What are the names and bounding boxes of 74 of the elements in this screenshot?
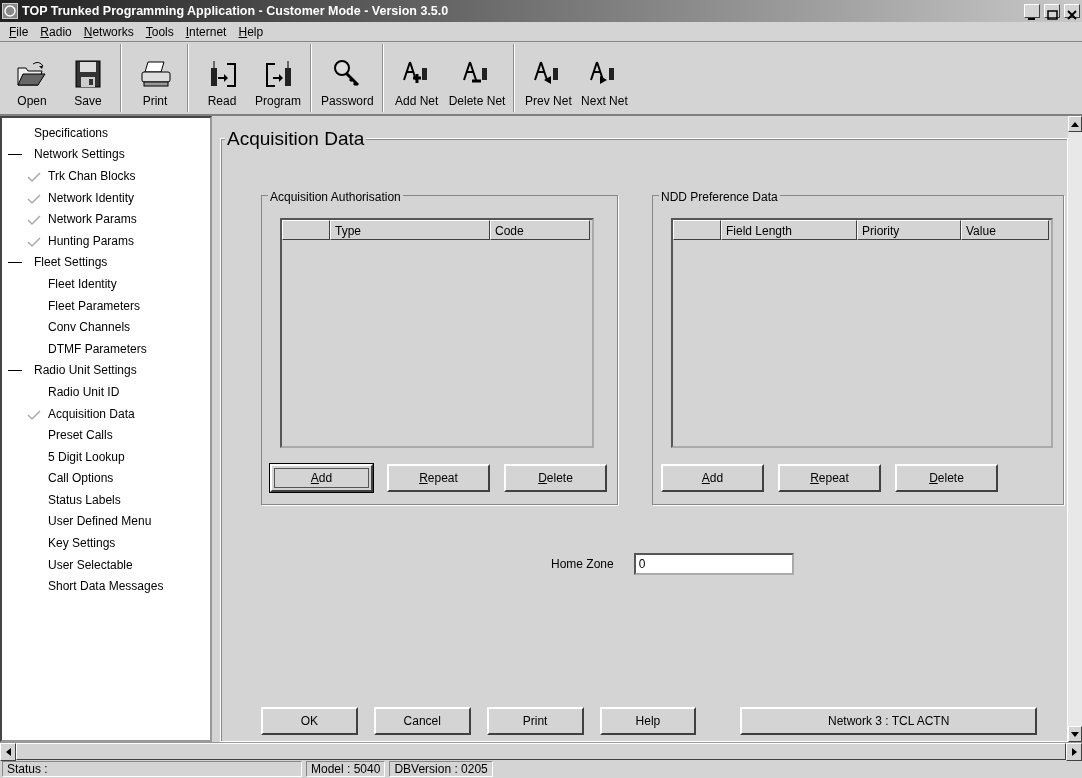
menu-item[interactable]: Internet <box>180 22 232 41</box>
tree-item[interactable]: Call Options <box>48 469 114 488</box>
tree-item[interactable]: User Selectable <box>48 555 133 574</box>
tree-item[interactable]: Fleet Settings <box>34 253 108 272</box>
column-header[interactable]: Code <box>490 220 590 240</box>
column-header[interactable]: Field Length <box>721 220 857 240</box>
up-arrow-icon <box>1071 121 1079 127</box>
menu-item[interactable]: Tools <box>140 22 179 41</box>
left-arrow-icon <box>5 748 11 756</box>
tree-item[interactable]: Radio Unit ID <box>48 382 120 401</box>
close-button[interactable] <box>1064 4 1080 18</box>
toolbar-button[interactable]: Prev Net <box>520 44 577 112</box>
column-header[interactable] <box>673 220 721 240</box>
status-text: Model : 5040 <box>306 761 386 777</box>
menu-item[interactable]: Help <box>233 22 269 41</box>
tree-item[interactable]: Key Settings <box>48 534 116 553</box>
toolbar-button[interactable]: Delete Net <box>444 44 510 112</box>
button[interactable]: Print <box>486 707 584 735</box>
toolbar-button[interactable]: Add Net <box>388 44 445 112</box>
tree-item[interactable]: 5 Digit Lookup <box>48 447 125 466</box>
toolbar-button[interactable]: Open <box>4 44 60 112</box>
right-arrow-icon <box>1071 748 1077 756</box>
tree-item[interactable]: Acquisition Data <box>48 404 135 423</box>
tree-item[interactable]: Preset Calls <box>48 426 113 445</box>
toolbar-button[interactable]: Read <box>194 44 250 112</box>
status-text: DBVersion : 0205 <box>389 761 493 777</box>
tree-item[interactable]: Trk Chan Blocks <box>48 167 136 185</box>
toolbar-button[interactable]: Next Net <box>576 44 633 112</box>
tree-item[interactable]: Fleet Parameters <box>48 296 141 315</box>
button[interactable]: Delete <box>504 464 607 492</box>
toolbar-button[interactable]: Program <box>250 44 306 112</box>
tree-item[interactable]: Radio Unit Settings <box>34 361 137 380</box>
status-text: Status : <box>2 761 302 777</box>
maximize-button[interactable] <box>1044 4 1060 18</box>
tree-item[interactable]: Network Settings <box>34 145 125 164</box>
tree-item[interactable]: Specifications <box>34 123 109 142</box>
button[interactable]: OK <box>261 707 358 735</box>
button[interactable]: Delete <box>895 464 998 492</box>
list-view[interactable]: Type Code <box>280 218 594 448</box>
tree-item[interactable]: Network Params <box>48 210 137 229</box>
list-view[interactable]: Field Length Priority Value <box>671 218 1053 448</box>
column-header[interactable]: Priority <box>857 220 961 240</box>
tree-item[interactable]: Short Data Messages <box>48 577 164 596</box>
app-logo-icon <box>2 3 18 19</box>
tree-item[interactable]: Network Identity <box>48 188 135 207</box>
column-header[interactable] <box>282 220 330 240</box>
button[interactable]: Cancel <box>373 707 471 735</box>
minimize-button[interactable] <box>1024 4 1040 18</box>
home-zone-field[interactable]: 0 <box>633 553 794 575</box>
tree-item[interactable]: Status Labels <box>48 490 121 509</box>
down-arrow-icon <box>1071 731 1079 737</box>
vertical-scrollbar[interactable] <box>1068 116 1082 742</box>
button[interactable]: Help <box>599 707 697 735</box>
menu-item[interactable]: File <box>4 22 34 41</box>
column-header[interactable]: Type <box>330 220 490 240</box>
button[interactable]: Add <box>270 464 373 492</box>
column-header[interactable]: Value <box>961 220 1049 240</box>
toolbar-button[interactable]: Password <box>317 44 378 112</box>
network-button[interactable]: Network 3 : TCL ACTN <box>740 707 1037 735</box>
tree-item[interactable]: DTMF Parameters <box>48 339 147 358</box>
menu-item[interactable]: Networks <box>78 22 139 41</box>
menu-item[interactable]: Radio <box>35 22 77 41</box>
button[interactable]: Repeat <box>387 464 490 492</box>
button[interactable]: Repeat <box>778 464 881 492</box>
toolbar-button[interactable]: Print <box>127 44 183 112</box>
tree-item[interactable]: Conv Channels <box>48 318 131 337</box>
tree-item[interactable]: Fleet Identity <box>48 274 117 293</box>
window-title: TOP Trunked Programming Application - Customer Mode - Version 3.5.0 <box>22 2 450 20</box>
tree-item[interactable]: User Defined Menu <box>48 512 152 531</box>
field-label: Home Zone <box>551 556 614 573</box>
toolbar-button[interactable]: Save <box>60 44 116 112</box>
printer-icon <box>138 58 172 88</box>
tree-item[interactable]: Hunting Params <box>48 231 135 250</box>
button[interactable]: Add <box>661 464 764 492</box>
